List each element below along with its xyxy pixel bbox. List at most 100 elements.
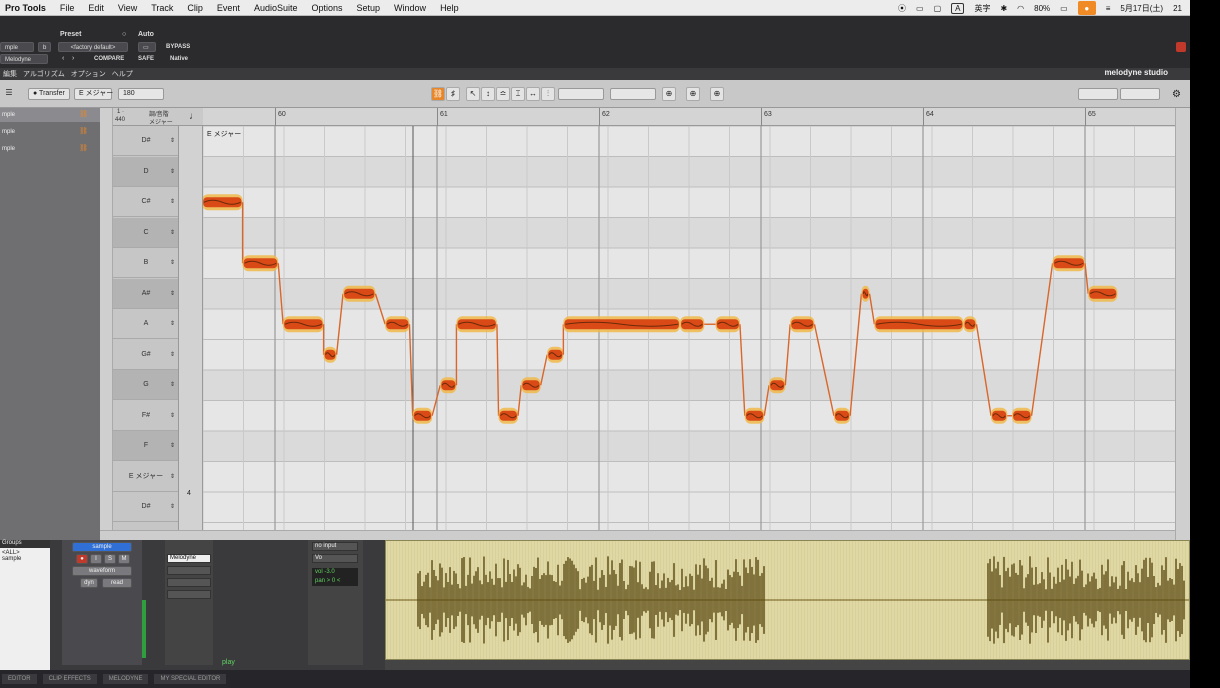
piano-key[interactable]: G# ⇕ — [113, 340, 178, 370]
piano-key[interactable]: A# ⇕ — [113, 278, 178, 309]
bypass-button[interactable]: BYPASS — [166, 44, 190, 50]
piano-key[interactable]: A ⇕ — [113, 309, 178, 339]
pointer-tool-icon[interactable]: ↖ — [466, 87, 480, 101]
tab-my-special-editor[interactable]: MY SPECIAL EDITOR — [154, 674, 227, 684]
preset-next-icon[interactable]: › — [72, 55, 74, 62]
tab-clip-effects[interactable]: CLIP EFFECTS — [42, 674, 97, 684]
tab-editor[interactable]: EDITOR — [2, 674, 37, 684]
record-status-icon[interactable]: ⦿ — [898, 3, 906, 14]
mute-button[interactable]: M — [118, 554, 130, 564]
insert-selector[interactable]: Melodyne — [0, 54, 48, 64]
menu-time[interactable]: 21 — [1173, 4, 1182, 13]
menu-setup[interactable]: Setup — [350, 3, 388, 13]
link-tool-icon[interactable]: ⛓ — [431, 87, 445, 101]
reference-pitch[interactable]: 440 — [115, 117, 125, 123]
solo-button[interactable]: S — [104, 554, 116, 564]
preset-prev-icon[interactable]: ‹ — [62, 55, 64, 62]
car-icon[interactable]: ▭ — [916, 4, 924, 13]
app-menu[interactable]: Pro Tools — [0, 3, 53, 13]
input-selector[interactable]: no input — [312, 542, 358, 551]
safe-button[interactable]: SAFE — [138, 56, 154, 62]
compare-button[interactable]: COMPARE — [94, 56, 124, 62]
groups-item[interactable]: sample — [2, 556, 48, 562]
piano-key[interactable]: D# ⇕ — [113, 492, 178, 522]
mel-menu-algorithm[interactable]: アルゴリズム — [23, 69, 65, 79]
control-center-icon[interactable]: ≡ — [1106, 4, 1111, 13]
macro-field-1[interactable] — [558, 88, 604, 100]
pan-readout[interactable]: pan > 0 < — [312, 577, 358, 586]
piano-key[interactable]: F ⇕ — [113, 431, 178, 461]
dyn-button[interactable]: dyn — [80, 578, 98, 588]
track-name-field[interactable]: sample — [72, 542, 132, 552]
track-list-item[interactable]: mple ⛓ — [0, 142, 100, 156]
timing-tool-icon[interactable]: ↔ — [526, 87, 540, 101]
menu-help[interactable]: Help — [433, 3, 466, 13]
track-selector[interactable]: mple — [0, 42, 34, 52]
insert-slot[interactable] — [167, 578, 211, 587]
close-window-icon[interactable] — [1176, 42, 1186, 52]
link-icon[interactable]: ⛓ — [79, 142, 88, 156]
piano-key[interactable]: C# ⇕ — [113, 187, 178, 217]
track-view-selector[interactable]: waveform — [72, 566, 132, 576]
piano-key[interactable]: D ⇕ — [113, 156, 178, 187]
menu-date[interactable]: 5月17日(土) — [1120, 3, 1163, 14]
record-enable-button[interactable]: ● — [76, 554, 88, 564]
wifi-icon[interactable]: ◠ — [1017, 4, 1024, 13]
automation-mode-selector[interactable]: read — [102, 578, 132, 588]
output-selector[interactable]: Vo — [312, 554, 358, 563]
insert-slot[interactable] — [167, 566, 211, 575]
pitch-macro-icon[interactable]: ⊕ — [686, 87, 700, 101]
piano-key[interactable]: D# ⇕ — [113, 126, 178, 156]
pitch-tool-icon[interactable]: ↕ — [481, 87, 495, 101]
timing-macro-icon[interactable]: ⊕ — [710, 87, 724, 101]
zoom-control[interactable] — [1078, 88, 1118, 100]
mel-menu-edit[interactable]: 編集 — [3, 69, 17, 79]
separation-tool-icon[interactable]: ⫶ — [541, 87, 555, 101]
note-grid[interactable]: E メジャー — [203, 126, 1175, 530]
track-list-item[interactable]: mple ⛓ — [0, 125, 100, 139]
piano-key[interactable]: E メジャー ⇕ — [113, 462, 178, 492]
track-list-item[interactable]: mple ⛓ — [0, 108, 100, 122]
menu-window[interactable]: Window — [387, 3, 433, 13]
audio-clip[interactable] — [385, 540, 1190, 660]
tab-melodyne[interactable]: MELODYNE — [102, 674, 149, 684]
mel-menu-help[interactable]: ヘルプ — [112, 69, 133, 79]
input-source-icon[interactable]: A — [951, 2, 965, 14]
mel-menu-options[interactable]: オプション — [71, 69, 106, 79]
quantize-icon[interactable]: ⊕ — [662, 87, 676, 101]
horizontal-scrollbar[interactable] — [100, 530, 1175, 540]
scale-tool-icon[interactable]: ♯ — [446, 87, 460, 101]
piano-key[interactable]: F# ⇕ — [113, 401, 178, 431]
settings-gear-icon[interactable]: ⚙ — [1172, 89, 1181, 100]
piano-key[interactable]: B ⇕ — [113, 248, 178, 278]
microphone-icon[interactable]: ● — [1077, 1, 1096, 15]
battery-icon[interactable]: ▭ — [1060, 4, 1068, 13]
menu-audiosuite[interactable]: AudioSuite — [247, 3, 305, 13]
preset-options-icon[interactable]: ○ — [122, 31, 126, 38]
tuning-fork-icon[interactable]: ♩ — [189, 111, 199, 122]
time-ruler[interactable]: 60 61 62 63 64 65 — [203, 108, 1175, 126]
key-selector[interactable]: E メジャー — [74, 88, 113, 100]
menu-event[interactable]: Event — [210, 3, 247, 13]
input-monitor-button[interactable]: I — [90, 554, 102, 564]
tempo-field[interactable]: 180 — [118, 88, 164, 100]
menu-file[interactable]: File — [53, 3, 82, 13]
link-icon[interactable]: ⛓ — [79, 108, 88, 122]
formant-tool-icon[interactable]: ≏ — [496, 87, 510, 101]
piano-key[interactable]: G ⇕ — [113, 370, 178, 400]
view-options[interactable] — [1120, 88, 1160, 100]
macro-field-2[interactable] — [610, 88, 656, 100]
vertical-scrollbar[interactable] — [1175, 108, 1190, 540]
automation-icon[interactable]: ▭ — [138, 42, 156, 52]
display-icon[interactable]: ▢ — [934, 4, 942, 13]
menu-edit[interactable]: Edit — [81, 3, 111, 13]
volume-readout[interactable]: vol -3.0 — [312, 568, 358, 577]
menu-clip[interactable]: Clip — [180, 3, 210, 13]
insert-slot[interactable] — [167, 590, 211, 599]
piano-key[interactable]: C ⇕ — [113, 217, 178, 248]
menu-view[interactable]: View — [111, 3, 144, 13]
track-channel-selector[interactable]: b — [38, 42, 52, 52]
menu-track[interactable]: Track — [144, 3, 180, 13]
amplitude-tool-icon[interactable]: ⌶ — [511, 87, 525, 101]
preset-selector[interactable]: <factory default> — [58, 42, 128, 52]
